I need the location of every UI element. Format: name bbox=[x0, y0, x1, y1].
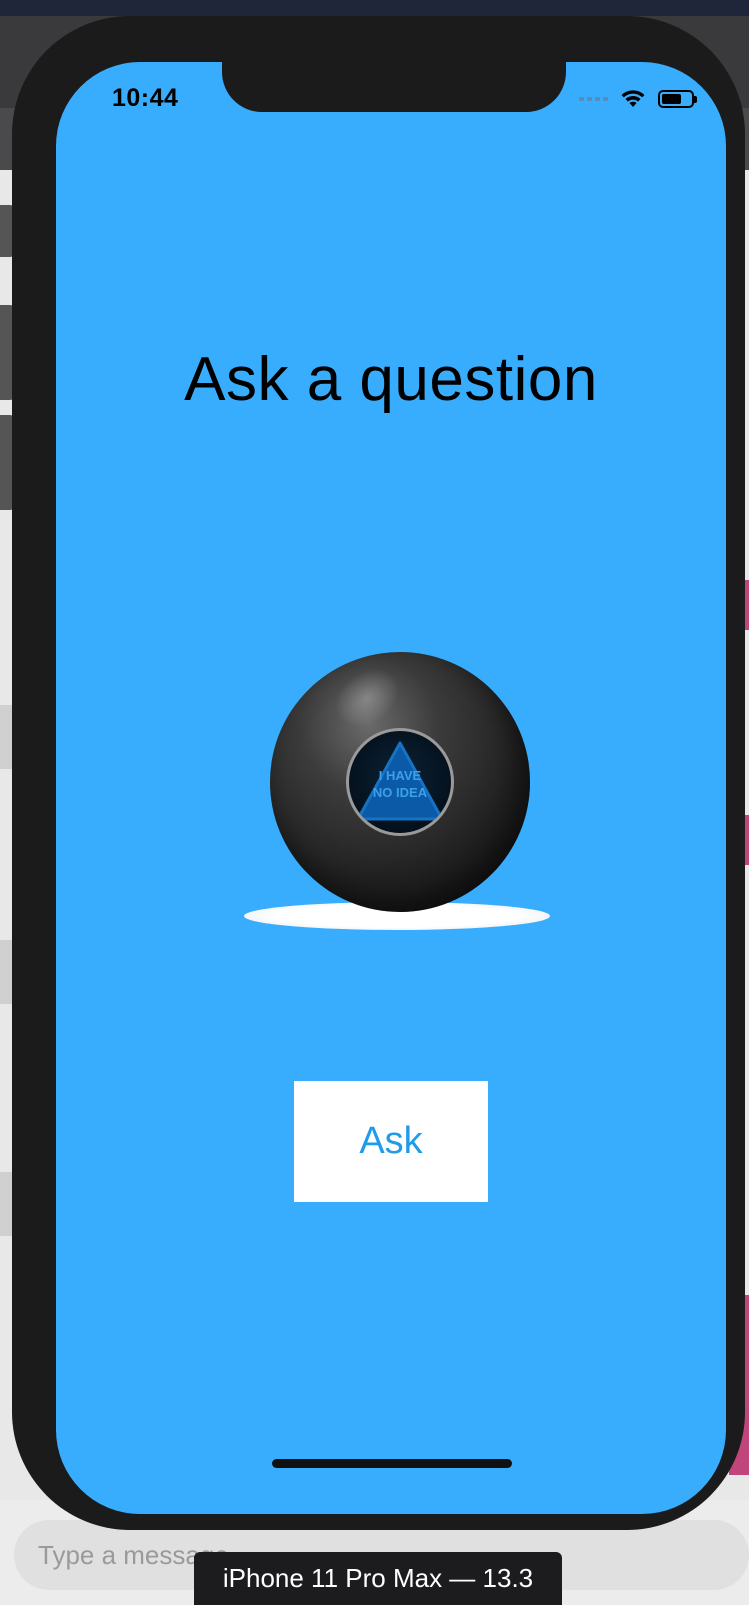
cellular-signal-icon bbox=[579, 97, 608, 101]
iphone-simulator-frame: 10:44 Ask a question I HAVE NO IDEA Ask bbox=[12, 16, 745, 1530]
status-bar-indicators bbox=[579, 88, 697, 110]
page-title: Ask a question bbox=[184, 345, 598, 414]
device-notch bbox=[222, 62, 566, 112]
answer-line-2: NO IDEA bbox=[372, 785, 428, 800]
host-window-titlebar bbox=[0, 0, 749, 16]
app-screen: 10:44 Ask a question I HAVE NO IDEA Ask bbox=[56, 62, 726, 1514]
ball-highlight bbox=[323, 656, 411, 740]
magic-8-ball-image: I HAVE NO IDEA bbox=[244, 652, 554, 938]
eight-ball: I HAVE NO IDEA bbox=[270, 652, 530, 912]
answer-line-1: I HAVE bbox=[378, 768, 422, 783]
answer-text: I HAVE NO IDEA bbox=[349, 767, 451, 801]
battery-icon bbox=[658, 90, 697, 108]
answer-window: I HAVE NO IDEA bbox=[346, 728, 454, 836]
status-bar-time: 10:44 bbox=[112, 84, 179, 112]
wifi-icon bbox=[621, 90, 645, 107]
simulator-device-label: iPhone 11 Pro Max — 13.3 bbox=[194, 1552, 562, 1605]
home-indicator[interactable] bbox=[272, 1459, 512, 1468]
ask-button[interactable]: Ask bbox=[294, 1081, 488, 1202]
